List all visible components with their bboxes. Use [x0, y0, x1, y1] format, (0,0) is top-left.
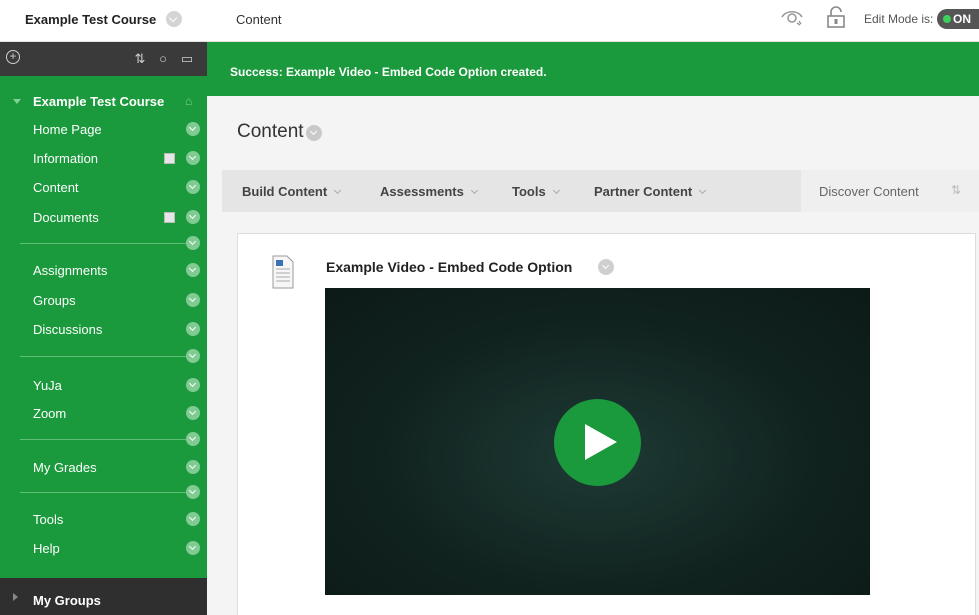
chevron-down-icon[interactable] — [186, 263, 200, 277]
chevron-down-icon[interactable] — [186, 432, 200, 446]
action-label: Tools — [512, 184, 546, 199]
sidebar-item-tools[interactable]: Tools — [0, 506, 207, 534]
sidebar-item-information[interactable]: Information — [0, 145, 207, 173]
breadcrumb-current: Content — [236, 12, 282, 27]
sidebar-item-my-grades[interactable]: My Grades — [0, 454, 207, 482]
collapse-triangle-icon[interactable] — [13, 99, 21, 104]
course-menu: Example Test Course ⌂ Home Page Informat… — [0, 76, 207, 578]
sidebar-item-label: My Grades — [33, 460, 97, 475]
lock-icon[interactable] — [826, 6, 846, 28]
content-item: Example Video - Embed Code Option — [237, 233, 976, 615]
sidebar-item-yuja[interactable]: YuJa — [0, 372, 207, 400]
discover-content-button[interactable]: Discover Content ⇅ — [801, 170, 979, 212]
edit-mode-state: ON — [953, 12, 971, 26]
play-icon[interactable] — [554, 399, 641, 486]
sidebar-item-label: Information — [33, 151, 99, 166]
sidebar-item-label: Home Page — [33, 122, 102, 137]
chevron-down-icon[interactable] — [598, 259, 614, 275]
expand-triangle-icon[interactable] — [13, 593, 18, 601]
success-message: Success: Example Video - Embed Code Opti… — [230, 65, 547, 79]
action-label: Build Content — [242, 184, 328, 199]
sidebar-item-groups[interactable]: Groups — [0, 287, 207, 315]
chevron-down-icon[interactable] — [186, 151, 200, 165]
my-groups-panel[interactable]: My Groups — [0, 578, 207, 615]
partner-content-menu[interactable]: Partner Content — [594, 184, 707, 199]
document-icon — [272, 255, 294, 289]
chevron-down-icon[interactable] — [186, 210, 200, 224]
success-banner: Success: Example Video - Embed Code Opti… — [207, 42, 979, 96]
sidebar-item-label: Discussions — [33, 322, 103, 337]
top-bar: Example Test Course Content Edit Mode is… — [0, 0, 979, 42]
sidebar-item-label: Documents — [33, 210, 99, 225]
sidebar-item-discussions[interactable]: Discussions — [0, 316, 207, 344]
chevron-down-icon[interactable] — [186, 512, 200, 526]
sidebar-item-content[interactable]: Content — [0, 174, 207, 202]
sidebar-item-home-page[interactable]: Home Page — [0, 116, 207, 144]
sidebar-item-assignments[interactable]: Assignments — [0, 257, 207, 285]
sidebar-item-label: Content — [33, 180, 79, 195]
my-groups-label: My Groups — [33, 593, 101, 608]
sidebar-item-label: Assignments — [33, 263, 108, 278]
sidebar-item-label: Groups — [33, 293, 76, 308]
chevron-down-icon[interactable] — [186, 122, 200, 136]
course-menu-title[interactable]: Example Test Course ⌂ — [0, 90, 207, 114]
chevron-down-icon[interactable] — [186, 406, 200, 420]
add-menu-item-icon[interactable]: + — [6, 50, 20, 64]
course-title: Example Test Course — [33, 94, 165, 109]
chevron-down-icon[interactable] — [186, 180, 200, 194]
sidebar-divider — [20, 439, 188, 440]
chevron-down-icon[interactable] — [186, 322, 200, 336]
sidebar-divider — [20, 356, 188, 357]
caret-down-icon — [334, 186, 342, 195]
chevron-down-icon[interactable] — [186, 349, 200, 363]
chevron-down-icon[interactable] — [166, 11, 182, 27]
action-label: Partner Content — [594, 184, 693, 199]
student-preview-icon[interactable] — [780, 7, 804, 27]
sidebar-item-label: Tools — [33, 512, 64, 527]
sidebar-divider — [20, 243, 188, 244]
sidebar-item-label: Zoom — [33, 406, 67, 421]
chevron-down-icon[interactable] — [186, 236, 200, 250]
toggle-indicator-icon — [943, 15, 951, 23]
chevron-down-icon[interactable] — [186, 378, 200, 392]
edit-mode-label: Edit Mode is: — [864, 12, 934, 26]
action-label: Assessments — [380, 184, 464, 199]
caret-down-icon — [552, 186, 560, 195]
sidebar-item-label: YuJa — [33, 378, 62, 393]
main-content: Success: Example Video - Embed Code Opti… — [207, 42, 979, 615]
chevron-down-icon[interactable] — [186, 541, 200, 555]
sidebar-item-zoom[interactable]: Zoom — [0, 400, 207, 428]
home-icon[interactable]: ⌂ — [185, 95, 197, 107]
chevron-down-icon[interactable] — [186, 485, 200, 499]
reorder-icon[interactable]: ⇅ — [132, 51, 148, 67]
caret-down-icon — [470, 186, 478, 195]
document-icon — [164, 212, 175, 223]
caret-down-icon — [699, 186, 707, 195]
refresh-icon[interactable]: ○ — [155, 51, 171, 67]
sidebar-item-label: Help — [33, 541, 60, 556]
chevron-down-icon[interactable] — [186, 293, 200, 307]
assessments-menu[interactable]: Assessments — [380, 184, 478, 199]
sidebar-item-documents[interactable]: Documents — [0, 204, 207, 232]
breadcrumb-course[interactable]: Example Test Course — [25, 12, 156, 27]
chevron-down-icon[interactable] — [306, 125, 322, 141]
content-item-title[interactable]: Example Video - Embed Code Option — [326, 259, 572, 275]
sidebar-item-help[interactable]: Help — [0, 535, 207, 563]
edit-mode-toggle[interactable]: ON — [937, 9, 979, 29]
discover-content-label: Discover Content — [819, 184, 919, 199]
folder-icon[interactable]: ▭ — [179, 51, 195, 67]
reorder-icon[interactable]: ⇅ — [951, 183, 961, 197]
document-icon — [164, 153, 175, 164]
sidebar-toolbar: + ⇅ ○ ▭ — [0, 42, 207, 76]
chevron-down-icon[interactable] — [186, 460, 200, 474]
page-title: Content — [237, 121, 304, 142]
tools-menu[interactable]: Tools — [512, 184, 560, 199]
sidebar-divider — [20, 492, 188, 493]
build-content-menu[interactable]: Build Content — [242, 184, 342, 199]
embedded-video-player[interactable] — [325, 288, 870, 595]
